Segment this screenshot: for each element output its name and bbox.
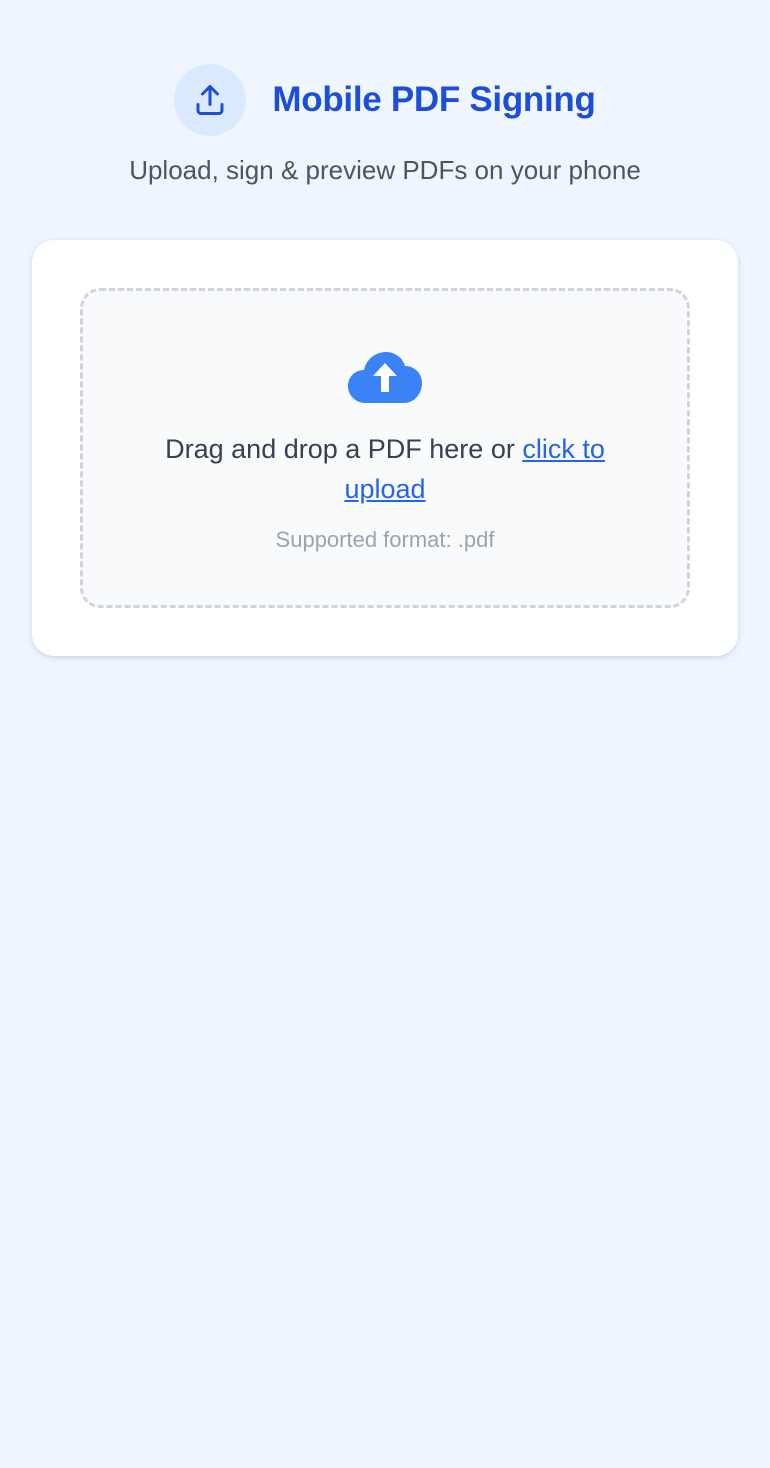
dropzone-prompt-text: Drag and drop a PDF here or bbox=[165, 434, 523, 464]
pdf-dropzone[interactable]: Drag and drop a PDF here or click to upl… bbox=[80, 288, 690, 608]
dropzone-prompt: Drag and drop a PDF here or click to upl… bbox=[123, 429, 647, 509]
upload-card: Drag and drop a PDF here or click to upl… bbox=[32, 240, 738, 656]
page-subtitle: Upload, sign & preview PDFs on your phon… bbox=[129, 155, 641, 185]
supported-format-note: Supported format: .pdf bbox=[275, 527, 495, 552]
app-header: Mobile PDF Signing bbox=[0, 64, 770, 136]
page-title: Mobile PDF Signing bbox=[272, 80, 596, 119]
cloud-upload-icon bbox=[348, 352, 422, 403]
upload-icon bbox=[174, 64, 247, 136]
